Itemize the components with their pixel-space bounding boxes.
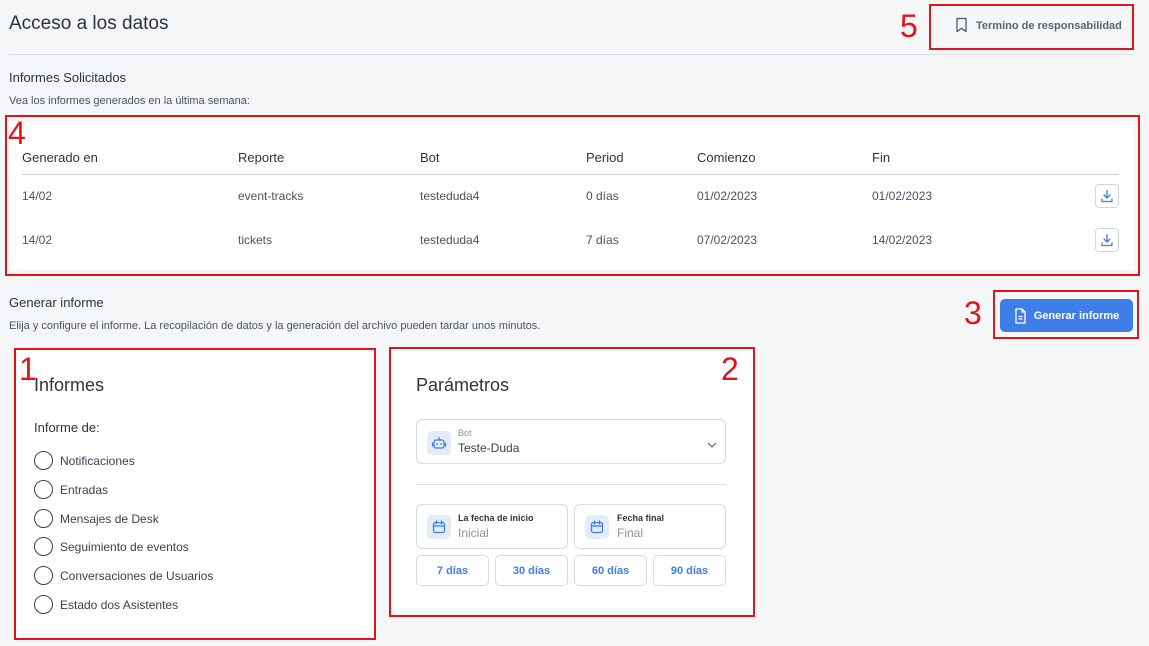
generate-title: Generar informe — [9, 295, 104, 310]
annotation-number: 1 — [19, 351, 37, 387]
annotation-number: 5 — [900, 8, 918, 44]
annotation-box — [929, 4, 1134, 50]
annotation-box — [5, 115, 1140, 276]
annotation-number: 4 — [8, 115, 26, 151]
annotation-number: 2 — [721, 351, 739, 387]
title-divider — [9, 54, 1133, 55]
generate-subtitle: Elija y configure el informe. La recopil… — [9, 320, 541, 332]
reports-title: Informes Solicitados — [9, 70, 127, 85]
annotation-box — [14, 348, 376, 640]
annotation-box — [993, 290, 1139, 339]
reports-subtitle: Vea los informes generados en la última … — [9, 95, 250, 107]
page-title: Acceso a los datos — [9, 13, 169, 34]
annotation-box — [389, 347, 755, 617]
annotation-number: 3 — [964, 295, 982, 331]
